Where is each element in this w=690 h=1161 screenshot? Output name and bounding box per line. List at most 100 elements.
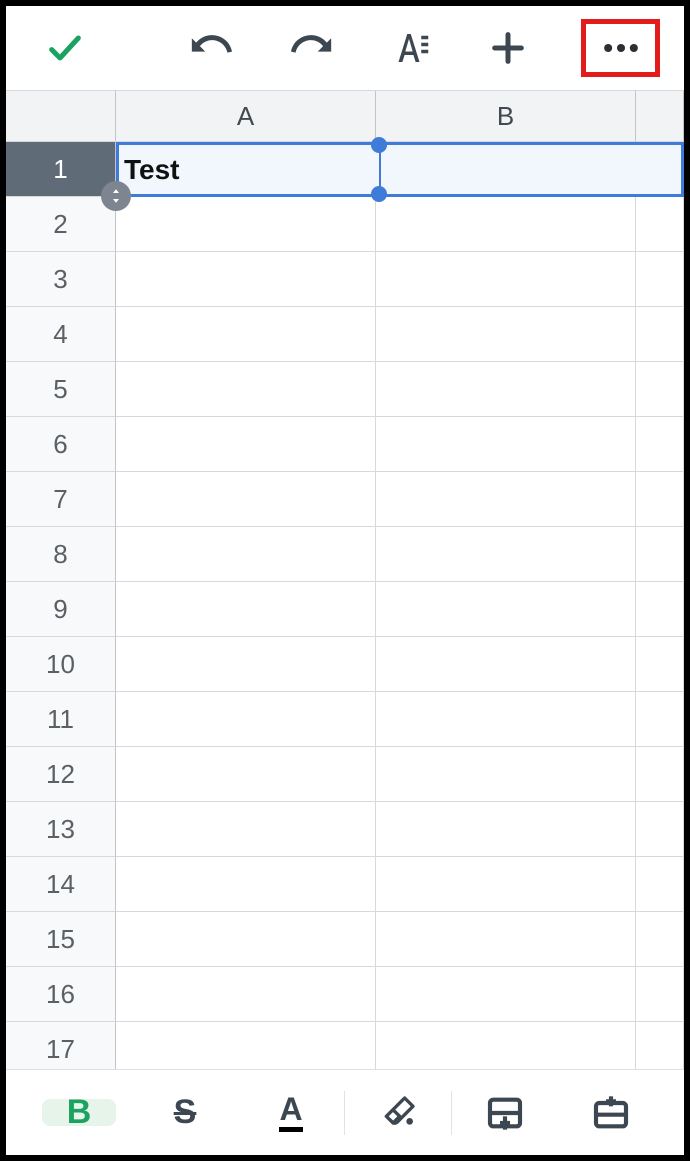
cell[interactable] — [376, 472, 636, 527]
cell[interactable] — [636, 417, 684, 472]
text-color-button[interactable]: A — [238, 1093, 344, 1132]
cell[interactable] — [116, 967, 376, 1022]
undo-button[interactable] — [187, 20, 238, 76]
cell[interactable] — [636, 362, 684, 417]
redo-button[interactable] — [285, 20, 336, 76]
spreadsheet-grid[interactable]: A B Test 1 2 3 4 5 6 7 8 9 10 11 12 13 1… — [6, 90, 684, 1069]
cell[interactable] — [376, 1022, 636, 1069]
row-header-4[interactable]: 4 — [6, 307, 116, 362]
row-drag-handle[interactable] — [101, 181, 131, 211]
row-header-1[interactable]: 1 — [6, 142, 116, 197]
row-header-9[interactable]: 9 — [6, 582, 116, 637]
row-header-10[interactable]: 10 — [6, 637, 116, 692]
row-header-17[interactable]: 17 — [6, 1022, 116, 1069]
cell[interactable] — [636, 802, 684, 857]
table-row: 8 — [6, 527, 684, 582]
cell[interactable] — [636, 307, 684, 362]
strikethrough-button[interactable]: S — [132, 1093, 238, 1132]
cell[interactable] — [636, 472, 684, 527]
cell[interactable] — [636, 912, 684, 967]
cell-A1[interactable] — [116, 142, 376, 197]
fill-color-button[interactable] — [345, 1093, 451, 1133]
table-row: 4 — [6, 307, 684, 362]
cell[interactable] — [116, 472, 376, 527]
row-header-14[interactable]: 14 — [6, 857, 116, 912]
cell[interactable] — [116, 582, 376, 637]
row-header-16[interactable]: 16 — [6, 967, 116, 1022]
column-header-B[interactable]: B — [376, 91, 636, 141]
check-icon — [45, 28, 85, 68]
row-header-3[interactable]: 3 — [6, 252, 116, 307]
cell[interactable] — [116, 252, 376, 307]
text-format-button[interactable] — [384, 20, 435, 76]
cell[interactable] — [636, 637, 684, 692]
cell[interactable] — [636, 857, 684, 912]
table-row: 14 — [6, 857, 684, 912]
cell[interactable] — [116, 197, 376, 252]
cell-C1[interactable] — [636, 142, 684, 197]
cell[interactable] — [376, 252, 636, 307]
cell[interactable] — [636, 692, 684, 747]
cell[interactable] — [376, 967, 636, 1022]
accept-button[interactable] — [40, 20, 91, 76]
cell[interactable] — [636, 252, 684, 307]
row-header-13[interactable]: 13 — [6, 802, 116, 857]
row-header-2[interactable]: 2 — [6, 197, 116, 252]
select-all-corner[interactable] — [6, 91, 116, 141]
cell[interactable] — [636, 582, 684, 637]
cell[interactable] — [376, 747, 636, 802]
column-header-A[interactable]: A — [116, 91, 376, 141]
row-header-15[interactable]: 15 — [6, 912, 116, 967]
bottom-toolbar: B S A — [6, 1069, 684, 1155]
cell[interactable] — [116, 362, 376, 417]
cell[interactable] — [376, 637, 636, 692]
cell[interactable] — [376, 307, 636, 362]
table-row: 15 — [6, 912, 684, 967]
table-row: 5 — [6, 362, 684, 417]
table-row: 17 — [6, 1022, 684, 1069]
cell[interactable] — [376, 197, 636, 252]
cell[interactable] — [116, 417, 376, 472]
cell-format-button[interactable] — [452, 1093, 558, 1133]
row-header-7[interactable]: 7 — [6, 472, 116, 527]
cell[interactable] — [116, 527, 376, 582]
cell[interactable] — [636, 527, 684, 582]
table-row: 7 — [6, 472, 684, 527]
cell-B1[interactable] — [376, 142, 636, 197]
insert-cell-button[interactable] — [558, 1093, 664, 1133]
cell[interactable] — [116, 307, 376, 362]
more-button[interactable] — [581, 19, 660, 77]
row-header-5[interactable]: 5 — [6, 362, 116, 417]
bold-icon: B — [67, 1093, 92, 1132]
column-header-empty[interactable] — [636, 91, 684, 141]
cell[interactable] — [636, 1022, 684, 1069]
cell[interactable] — [116, 802, 376, 857]
bold-button[interactable]: B — [26, 1093, 132, 1132]
cell[interactable] — [116, 1022, 376, 1069]
text-format-icon — [388, 27, 430, 69]
cell[interactable] — [376, 527, 636, 582]
cell[interactable] — [116, 912, 376, 967]
insert-cell-icon — [591, 1093, 631, 1133]
row-header-12[interactable]: 12 — [6, 747, 116, 802]
redo-icon — [289, 26, 333, 70]
cell[interactable] — [376, 912, 636, 967]
cell[interactable] — [376, 417, 636, 472]
cell[interactable] — [376, 582, 636, 637]
cell[interactable] — [116, 747, 376, 802]
row-header-6[interactable]: 6 — [6, 417, 116, 472]
row-header-8[interactable]: 8 — [6, 527, 116, 582]
cell[interactable] — [636, 197, 684, 252]
cell[interactable] — [376, 802, 636, 857]
cell[interactable] — [116, 637, 376, 692]
cell[interactable] — [636, 747, 684, 802]
cell[interactable] — [376, 362, 636, 417]
row-header-11[interactable]: 11 — [6, 692, 116, 747]
column-headers: A B — [6, 90, 684, 142]
cell[interactable] — [636, 967, 684, 1022]
cell[interactable] — [116, 692, 376, 747]
cell[interactable] — [116, 857, 376, 912]
cell[interactable] — [376, 857, 636, 912]
cell[interactable] — [376, 692, 636, 747]
add-button[interactable] — [483, 20, 534, 76]
